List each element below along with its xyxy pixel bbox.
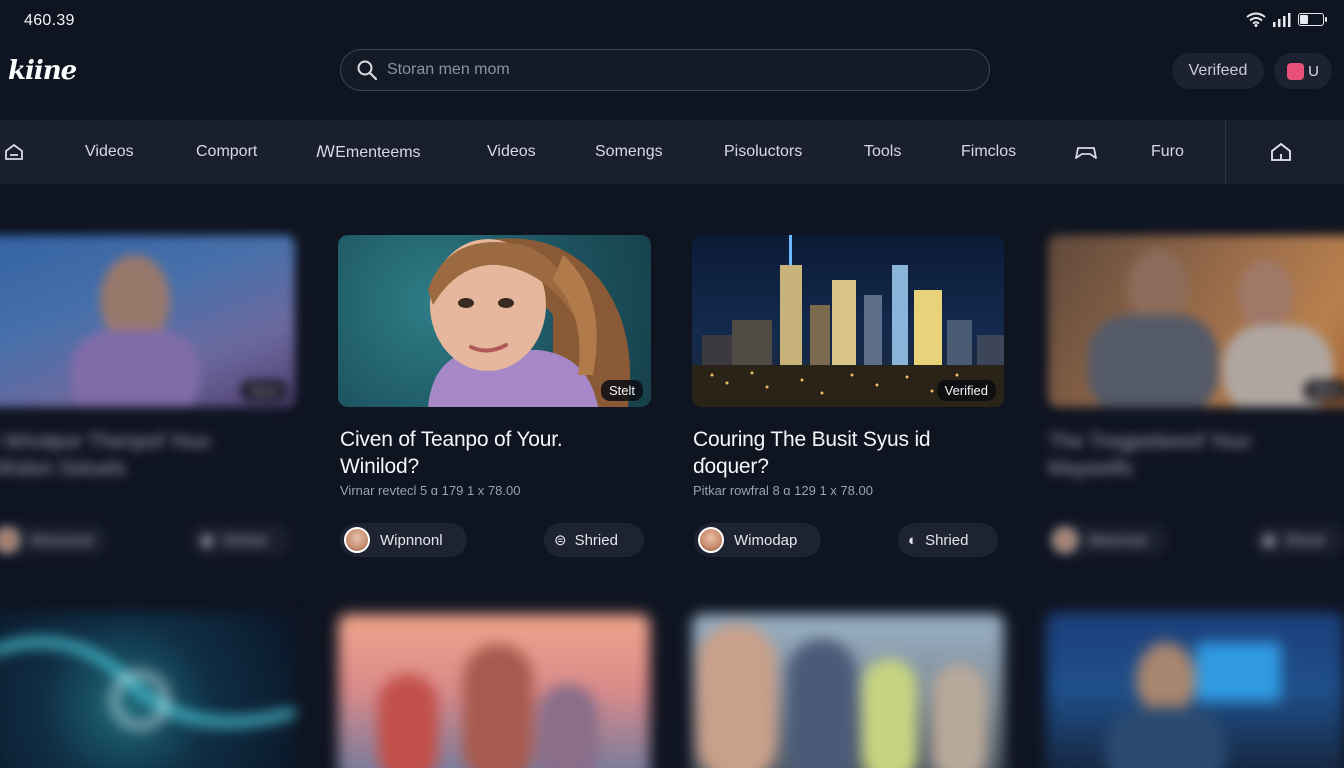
avatar <box>698 527 724 553</box>
author-chip[interactable]: Weennel <box>1048 523 1168 557</box>
wifi-icon <box>1246 12 1266 27</box>
share-label: Shrted <box>222 531 267 549</box>
signal-icon <box>1273 12 1291 27</box>
chevron-down-icon: U <box>1308 62 1319 80</box>
avatar <box>344 527 370 553</box>
video-thumbnail-row2-0[interactable] <box>0 612 295 768</box>
video-thumbnail-row2-2[interactable] <box>692 614 1004 768</box>
avatar <box>1052 527 1078 553</box>
video-badge: Shee <box>1303 380 1344 401</box>
video-title[interactable]: The Tregpetieeof Your. Mayeetfo <box>1048 428 1344 482</box>
status-icons <box>1246 12 1327 27</box>
nav-item-pisoluctors[interactable]: Pisoluctors <box>724 120 802 184</box>
status-bar: 460.39 <box>0 0 1344 40</box>
share-icon: ▣ <box>1262 532 1277 549</box>
nav-item-comport[interactable]: Comport <box>196 120 257 184</box>
gamepad-icon[interactable] <box>1075 120 1097 184</box>
video-title[interactable]: r Wnotpor Thenpof Your. Nhdon Seluels <box>0 428 292 482</box>
video-badge: Stoei <box>241 380 287 401</box>
video-title[interactable]: Civen of Teanpo of Your. Winilod? <box>340 426 650 480</box>
search-input[interactable] <box>387 61 947 79</box>
search-icon <box>357 60 377 80</box>
share-label: Shried <box>925 531 969 549</box>
share-button[interactable]: ⊜ Shried <box>544 523 644 557</box>
top-navigation: Videos Comport ꟿEmenteems Videos Somengs… <box>0 120 1344 184</box>
video-thumbnail-row2-1[interactable] <box>338 614 650 768</box>
verified-button[interactable]: Verifeed <box>1172 53 1264 89</box>
nav-item-videos-2[interactable]: Videos <box>487 120 536 184</box>
nav-item-videos[interactable]: Videos <box>85 120 134 184</box>
house-icon[interactable] <box>1270 120 1292 184</box>
share-label: Shried <box>574 531 618 549</box>
share-button[interactable]: ◐ Shried <box>898 523 998 557</box>
author-chip[interactable]: Wisrenrel <box>0 523 108 557</box>
author-name: Weennel <box>1088 531 1147 549</box>
nav-divider <box>1225 120 1226 184</box>
share-label: Shred <box>1284 531 1325 549</box>
nav-item-furo[interactable]: Furo <box>1151 120 1184 184</box>
nav-item-fimclos[interactable]: Fimclos <box>961 120 1016 184</box>
video-thumbnail[interactable]: Shee <box>1048 235 1344 407</box>
avatar <box>1287 62 1305 80</box>
nav-item-somengs[interactable]: Somengs <box>595 120 663 184</box>
video-thumbnail-row2-3[interactable] <box>1046 612 1344 768</box>
nav-item-ementeems[interactable]: ꟿEmenteems <box>316 120 421 184</box>
share-button[interactable]: ▣ Shred <box>1252 523 1344 557</box>
verified-badge: Verified <box>936 380 996 401</box>
video-thumbnail[interactable]: Stelt <box>338 235 651 407</box>
author-name: Wipnnonl <box>380 531 443 549</box>
share-icon: ⊜ <box>554 532 567 549</box>
author-name: Wimodap <box>734 531 798 549</box>
video-thumbnail[interactable]: Stoei <box>0 235 295 407</box>
nav-item-tools[interactable]: Tools <box>864 120 901 184</box>
battery-icon <box>1298 13 1327 26</box>
video-badge: Stelt <box>600 380 643 401</box>
home-icon[interactable] <box>4 120 24 184</box>
search-bar[interactable] <box>340 49 990 91</box>
profile-menu-button[interactable]: U <box>1274 53 1332 89</box>
share-button[interactable]: ▣ Shrted <box>190 523 290 557</box>
author-chip[interactable]: Wimodap <box>694 523 821 557</box>
status-time: 460.39 <box>24 12 75 29</box>
video-meta: Virnar revtecl 5 ɑ 179 1 x 78.00 <box>340 483 521 498</box>
video-meta: Pitkar rowfral 8 ɑ 129 1 x 78.00 <box>693 483 873 498</box>
share-icon: ▣ <box>200 532 215 549</box>
avatar <box>0 527 20 553</box>
app-logo[interactable]: kiine <box>8 56 77 86</box>
video-thumbnail[interactable]: Verified <box>692 235 1004 407</box>
abstract-waves-illustration <box>0 638 295 729</box>
video-title[interactable]: Couring The Busit Syus id ɗoquer? <box>693 426 1003 480</box>
share-icon: ◐ <box>908 531 918 549</box>
author-chip[interactable]: Wipnnonl <box>340 523 467 557</box>
author-name: Wisrenrel <box>30 531 94 549</box>
